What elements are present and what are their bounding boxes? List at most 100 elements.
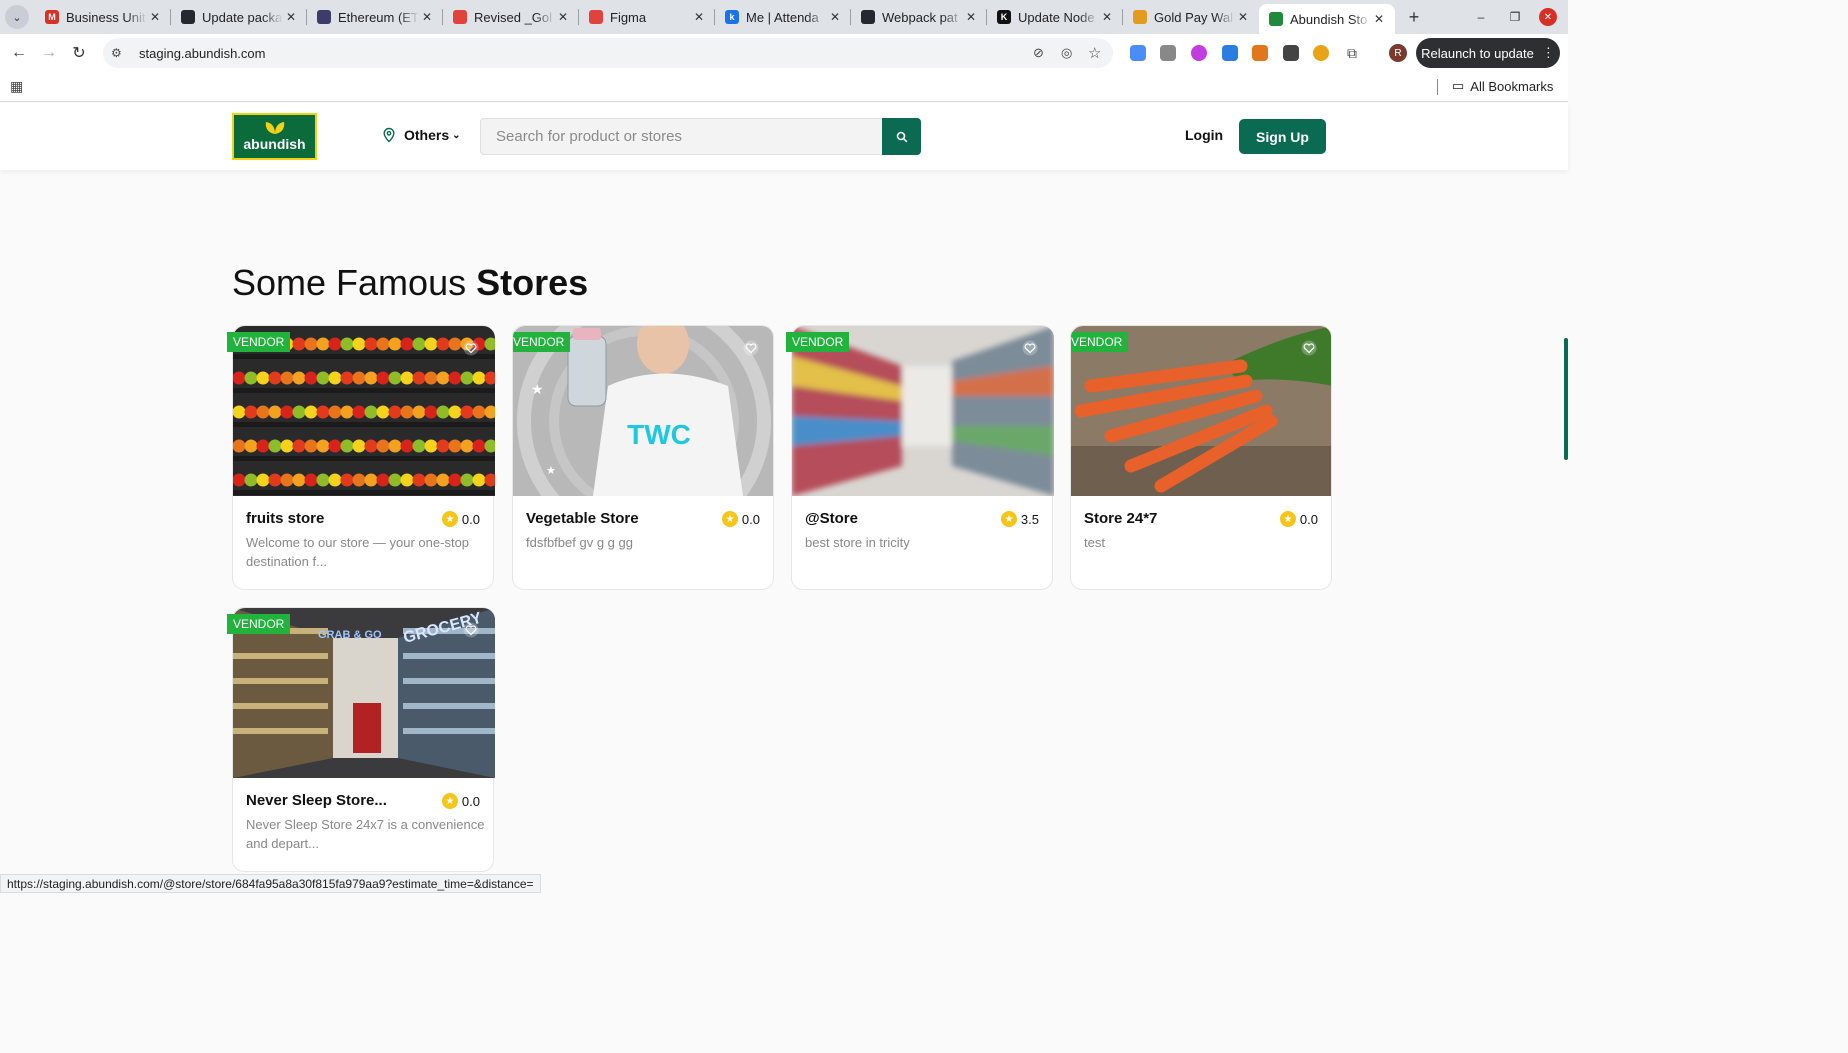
browser-tab[interactable]: k Me | Attenda ✕ — [715, 0, 851, 34]
tab-title: Figma — [610, 9, 647, 25]
login-link[interactable]: Login — [1185, 127, 1223, 143]
store-name: Vegetable Store — [526, 510, 639, 527]
relaunch-label: Relaunch to update — [1421, 45, 1534, 61]
new-tab-button[interactable]: + — [1401, 7, 1427, 28]
star-icon: ★ — [441, 511, 458, 527]
search-icon — [896, 131, 907, 142]
store-card[interactable]: VENDOR fruits store ★ 0.0 Welcome to our sto… — [227, 325, 495, 590]
extension-icon[interactable] — [1130, 45, 1146, 61]
browser-tab[interactable]: K Update Node ✕ — [987, 0, 1123, 34]
bookmarks-bar: ▦ ▭ All Bookmarks — [0, 72, 1568, 102]
store-card[interactable]: GRAB & GO GROCERY VENDOR Never Sleep Store.… — [227, 607, 495, 872]
browser-tab[interactable]: Ethereum (ET ✕ — [307, 0, 443, 34]
store-name: Never Sleep Store... — [246, 792, 387, 809]
page-scrollbar[interactable] — [1564, 338, 1568, 460]
browser-tab[interactable]: M Business Unit ✕ — [35, 0, 171, 34]
search-button[interactable] — [882, 118, 921, 155]
favorite-heart-icon[interactable] — [463, 340, 479, 356]
location-label: Others — [404, 127, 450, 143]
close-window-button[interactable]: ✕ — [1538, 0, 1558, 34]
all-bookmarks-button[interactable]: ▭ All Bookmarks — [1452, 78, 1553, 94]
browser-tab[interactable]: Update packa ✕ — [171, 0, 307, 34]
tab-title: Gold Pay Wal — [1154, 9, 1233, 25]
bookmark-star-icon[interactable]: ☆ — [1088, 44, 1101, 62]
tab-title: Abundish Sto — [1290, 11, 1368, 27]
eye-off-icon[interactable]: ⊘ — [1033, 45, 1044, 61]
rating-value: 0.0 — [1299, 511, 1318, 527]
all-bookmarks-label: All Bookmarks — [1470, 78, 1554, 94]
tab-close-icon[interactable]: ✕ — [283, 10, 299, 24]
apps-grid-icon[interactable]: ▦ — [10, 78, 23, 95]
tab-close-icon[interactable]: ✕ — [555, 10, 571, 24]
tab-close-icon[interactable]: ✕ — [691, 10, 707, 24]
tab-close-icon[interactable]: ✕ — [827, 10, 843, 24]
store-card[interactable]: VENDOR @Store ★ 3.5 best store in tricity — [786, 325, 1054, 590]
tab-close-icon[interactable]: ✕ — [1371, 12, 1387, 26]
avatar[interactable]: R — [1389, 44, 1407, 62]
rating-value: 3.5 — [1020, 511, 1039, 527]
store-rating: ★ 0.0 — [1279, 511, 1318, 527]
search-input[interactable] — [480, 118, 882, 155]
browser-tab[interactable]: Revised _Gol ✕ — [443, 0, 579, 34]
store-card[interactable]: VENDOR Store 24*7 ★ 0.0 test — [1070, 325, 1332, 590]
site-settings-icon[interactable]: ⚙ — [111, 46, 129, 60]
tab-close-icon[interactable]: ✕ — [1099, 10, 1115, 24]
puzzle-icon[interactable]: ⧉ — [1344, 45, 1360, 61]
store-card[interactable]: TWC ★ ★ VENDOR Vegetable Store ★ 0.0 fdsfbfbef … — [512, 325, 774, 590]
folder-icon: ▭ — [1452, 78, 1465, 93]
sign-up-button[interactable]: Sign Up — [1239, 119, 1326, 154]
store-rating: ★ 0.0 — [441, 793, 480, 809]
favorite-heart-icon[interactable] — [1022, 340, 1038, 356]
favorite-heart-icon[interactable] — [463, 622, 479, 638]
store-description: test — [1084, 535, 1105, 550]
star-icon: ★ — [721, 511, 738, 527]
chevron-down-icon: ⌄ — [452, 129, 461, 141]
camera-icon[interactable] — [1160, 45, 1176, 61]
logo[interactable]: abundish — [232, 113, 317, 160]
logo-text: abundish — [243, 136, 306, 152]
extension-icon[interactable] — [1222, 45, 1238, 61]
status-bar-url: https://staging.abundish.com/@store/stor… — [0, 874, 541, 893]
tab-close-icon[interactable]: ✕ — [963, 10, 979, 24]
svg-text:★: ★ — [546, 465, 556, 477]
star-icon: ★ — [1000, 511, 1017, 527]
browser-tab[interactable]: Figma ✕ — [579, 0, 715, 34]
image-text: GRAB & GO — [318, 629, 382, 641]
tab-close-icon[interactable]: ✕ — [147, 10, 163, 24]
tab-close-icon[interactable]: ✕ — [1235, 10, 1251, 24]
restore-icon[interactable]: ❐ — [1506, 0, 1524, 34]
browser-tab[interactable]: Gold Pay Wal ✕ — [1123, 0, 1259, 34]
address-bar[interactable]: ⚙ staging.abundish.com ⊘ ◎ ☆ — [103, 38, 1113, 68]
back-button[interactable]: ← — [4, 38, 34, 68]
browser-tab[interactable]: Abundish Sto ✕ — [1259, 4, 1395, 34]
location-selector[interactable]: Others ⌄ — [381, 127, 461, 143]
favorite-heart-icon[interactable] — [743, 340, 759, 356]
minimize-icon[interactable]: – — [1472, 0, 1490, 34]
tab-favicon — [1269, 12, 1283, 26]
reload-button[interactable]: ↻ — [64, 38, 94, 68]
tab-title: Revised _Gol — [474, 9, 553, 25]
store-name: fruits store — [246, 510, 325, 527]
forward-button[interactable]: → — [34, 38, 64, 68]
store-description: Welcome to our store — your one-stop des… — [246, 535, 470, 569]
vendor-badge: VENDOR — [786, 332, 850, 352]
star-icon: ★ — [1279, 511, 1296, 527]
extension-icon[interactable] — [1283, 45, 1299, 61]
tab-search-icon[interactable]: ⌄ — [5, 5, 29, 29]
favorite-heart-icon[interactable] — [1301, 340, 1317, 356]
color-picker-icon[interactable] — [1191, 45, 1207, 61]
tab-close-icon[interactable]: ✕ — [419, 10, 435, 24]
metamask-icon[interactable] — [1252, 45, 1268, 61]
image-text: TWC — [627, 419, 691, 450]
tab-favicon — [453, 10, 467, 24]
store-rating: ★ 0.0 — [441, 511, 480, 527]
relaunch-button[interactable]: Relaunch to update ⋮ — [1416, 38, 1560, 68]
tab-favicon: k — [725, 10, 739, 24]
tracking-icon[interactable]: ◎ — [1061, 45, 1072, 61]
extension-icon[interactable] — [1313, 45, 1329, 61]
tab-title: Ethereum (ET — [338, 9, 419, 25]
vendor-badge: VENDOR — [227, 332, 291, 352]
browser-tab[interactable]: Webpack pat ✕ — [851, 0, 987, 34]
tab-favicon: M — [45, 10, 59, 24]
store-rating: ★ 0.0 — [721, 511, 760, 527]
